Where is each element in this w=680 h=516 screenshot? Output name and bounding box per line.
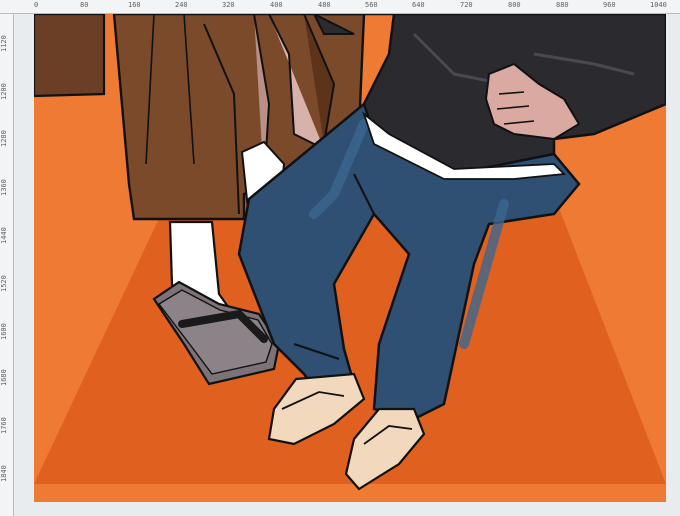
ruler-tick-label: 80	[80, 1, 89, 9]
ruler-tick-label: 800	[508, 1, 521, 9]
ruler-tick-label: 1760	[0, 417, 8, 434]
ruler-tick-label: 640	[412, 1, 425, 9]
ruler-tick-label: 1360	[0, 179, 8, 196]
ruler-tick-label: 1680	[0, 369, 8, 386]
ruler-tick-label: 1280	[0, 130, 8, 147]
horizontal-ruler[interactable]: 0 80 160 240 320 400 480 560 640 720 800 880 960 1040	[0, 0, 680, 14]
ruler-tick-label: 1120	[0, 35, 8, 52]
ruler-tick-label: 1200	[0, 83, 8, 100]
ruler-tick-label: 1600	[0, 323, 8, 340]
drawing-canvas[interactable]	[34, 14, 666, 502]
ruler-tick-label: 720	[460, 1, 473, 9]
ruler-tick-label: 400	[270, 1, 283, 9]
ruler-tick-label: 960	[603, 1, 616, 9]
illustration	[34, 14, 666, 491]
ruler-tick-label: 160	[128, 1, 141, 9]
vertical-ruler[interactable]: 1120 1200 1280 1360 1440 1520 1600 1680 1760 1840…	[0, 14, 14, 516]
ruler-tick-label: 1040	[650, 1, 667, 9]
ruler-tick-label: 240	[175, 1, 188, 9]
ruler-tick-label: 1440	[0, 227, 8, 244]
ruler-tick-label: 1840	[0, 465, 8, 482]
ruler-tick-label: 1520	[0, 275, 8, 292]
ruler-tick-label: 480	[318, 1, 331, 9]
ruler-tick-label: 320	[222, 1, 235, 9]
ruler-tick-label: 0	[34, 1, 39, 9]
ruler-tick-label: 560	[365, 1, 378, 9]
ruler-tick-label: 880	[556, 1, 569, 9]
